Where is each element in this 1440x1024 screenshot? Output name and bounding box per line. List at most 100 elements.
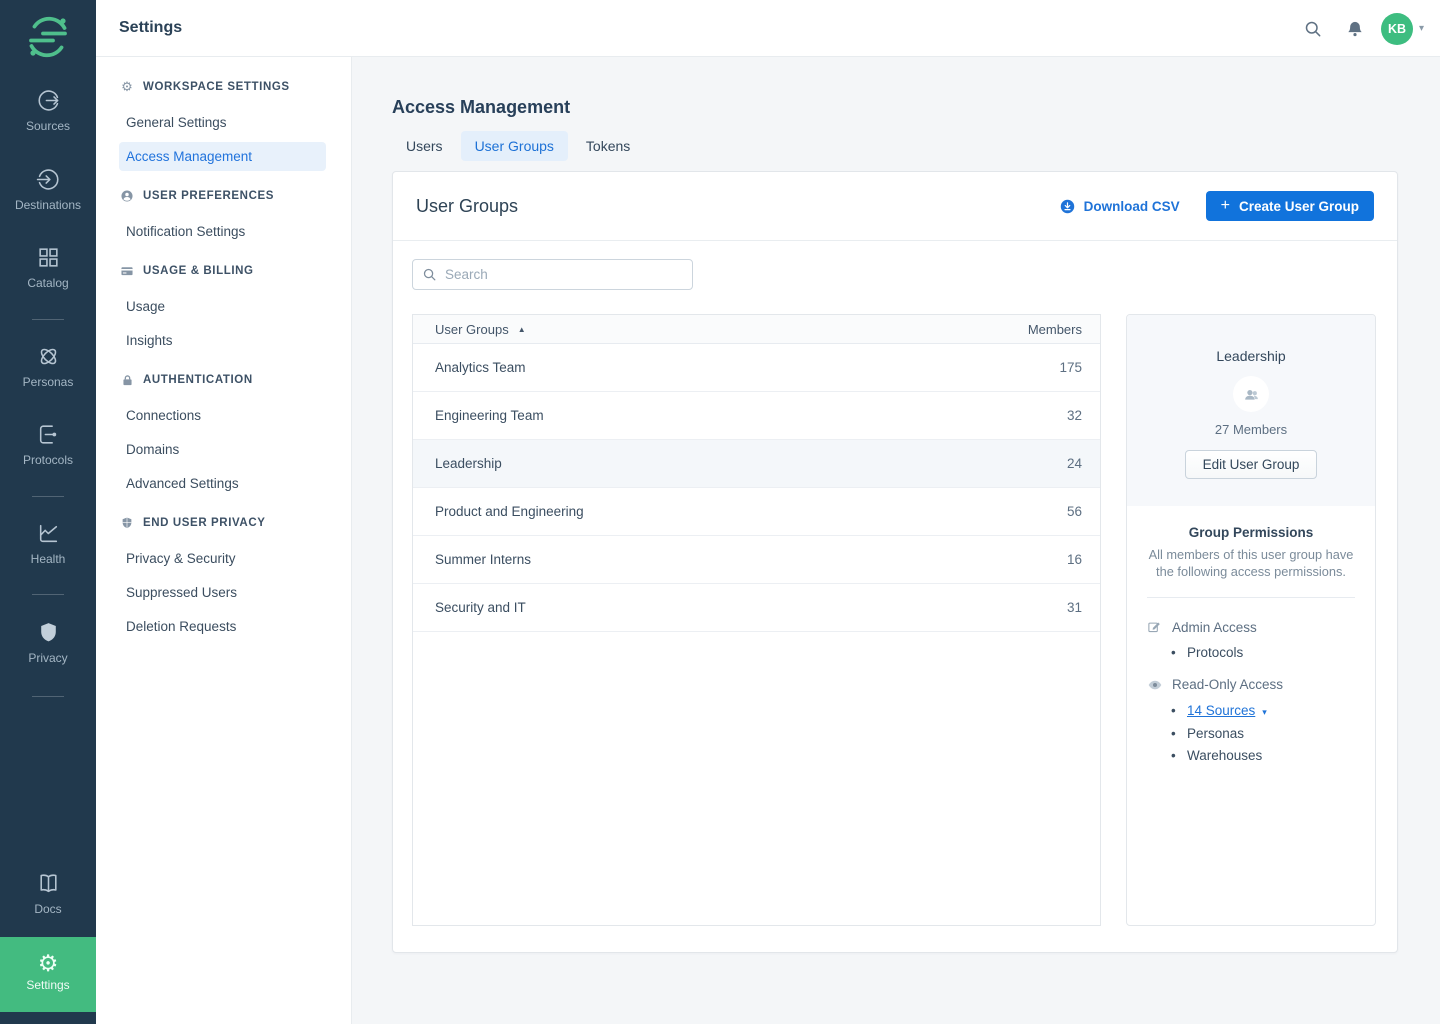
- tab-users[interactable]: Users: [392, 131, 457, 161]
- tab-user-groups[interactable]: User Groups: [461, 131, 568, 161]
- sidebar-item-advanced-settings[interactable]: Advanced Settings: [96, 467, 351, 501]
- personas-icon: [0, 344, 96, 370]
- group-members: 31: [990, 600, 1100, 615]
- sidebar-item-general-settings[interactable]: General Settings: [96, 106, 351, 140]
- sidebar-item-domains[interactable]: Domains: [96, 433, 351, 467]
- rail-item-personas[interactable]: Personas: [0, 344, 96, 389]
- rail-label: Catalog: [0, 276, 96, 290]
- group-members-icon: [1242, 385, 1261, 404]
- table-row[interactable]: Product and Engineering 56: [413, 488, 1100, 536]
- list-item: Warehouses: [1147, 745, 1355, 767]
- column-members[interactable]: Members: [990, 322, 1100, 337]
- sidebar-item-usage[interactable]: Usage: [96, 290, 351, 324]
- admin-access-list: Protocols: [1147, 642, 1355, 664]
- column-user-groups[interactable]: User Groups ▲: [413, 322, 990, 337]
- rail-label: Docs: [0, 902, 96, 916]
- group-name: Leadership: [413, 456, 990, 471]
- card-header: User Groups Download CSV + Create User G…: [393, 172, 1397, 241]
- group-members: 32: [990, 408, 1100, 423]
- rail-item-settings-active[interactable]: ⚙ Settings: [0, 937, 96, 1012]
- billing-card-icon: [120, 264, 134, 278]
- avatar[interactable]: KB: [1381, 13, 1413, 45]
- group-members: 24: [990, 456, 1100, 471]
- main-content: Access Management Users User Groups Toke…: [352, 57, 1440, 1024]
- download-csv-button[interactable]: Download CSV: [1059, 198, 1180, 215]
- group-name: Summer Interns: [413, 552, 990, 567]
- segment-logo-icon[interactable]: [24, 13, 72, 61]
- sidebar-item-notification-settings[interactable]: Notification Settings: [96, 215, 351, 249]
- list-item: Personas: [1147, 723, 1355, 745]
- table-row[interactable]: Summer Interns 16: [413, 536, 1100, 584]
- rail-label: Settings: [0, 978, 96, 992]
- eye-icon: [1147, 677, 1163, 693]
- edit-square-icon: [1147, 619, 1163, 635]
- table-row[interactable]: Engineering Team 32: [413, 392, 1100, 440]
- table-row[interactable]: Security and IT 31: [413, 584, 1100, 632]
- sidebar-item-connections[interactable]: Connections: [96, 399, 351, 433]
- user-groups-table: User Groups ▲ Members Analytics Team 175…: [412, 314, 1101, 926]
- download-icon: [1059, 198, 1076, 215]
- rail-item-privacy[interactable]: Privacy: [0, 620, 96, 665]
- privacy-shield-icon: [0, 620, 96, 646]
- readonly-access-list: 14 Sources ▾ Personas Warehouses: [1147, 700, 1355, 767]
- rail-item-catalog[interactable]: Catalog: [0, 245, 96, 290]
- topbar: Settings KB ▾: [96, 0, 1440, 57]
- table-row[interactable]: Analytics Team 175: [413, 344, 1100, 392]
- docs-icon: [0, 871, 96, 897]
- sidebar-section-workspace: ⚙ WORKSPACE SETTINGS: [96, 80, 351, 94]
- sidebar-item-privacy-security[interactable]: Privacy & Security: [96, 542, 351, 576]
- group-avatar: [1233, 376, 1269, 412]
- tab-bar: Users User Groups Tokens: [392, 131, 648, 161]
- search-icon[interactable]: [1303, 19, 1323, 39]
- sidebar-item-access-management[interactable]: Access Management: [119, 142, 326, 171]
- permissions-description: All members of this user group have the …: [1147, 547, 1355, 580]
- health-icon: [0, 521, 96, 547]
- rail-item-docs[interactable]: Docs: [0, 871, 96, 916]
- rail-label: Health: [0, 552, 96, 566]
- rail-item-protocols[interactable]: Protocols: [0, 422, 96, 467]
- page-title: Settings: [119, 19, 182, 37]
- chevron-down-icon[interactable]: ▾: [1262, 702, 1267, 724]
- tab-tokens[interactable]: Tokens: [572, 131, 644, 161]
- divider: [1147, 597, 1355, 598]
- notifications-bell-icon[interactable]: [1345, 19, 1365, 39]
- access-management-heading: Access Management: [392, 97, 570, 118]
- edit-user-group-button[interactable]: Edit User Group: [1185, 450, 1318, 479]
- group-name: Engineering Team: [413, 408, 990, 423]
- avatar-caret-icon[interactable]: ▾: [1419, 23, 1424, 34]
- sort-asc-icon: ▲: [518, 325, 526, 334]
- rail-label: Privacy: [0, 651, 96, 665]
- group-name: Security and IT: [413, 600, 990, 615]
- lock-icon: [120, 373, 134, 387]
- create-user-group-label: Create User Group: [1239, 199, 1359, 214]
- sidebar-section-user-preferences: USER PREFERENCES: [96, 189, 351, 203]
- sidebar-item-insights[interactable]: Insights: [96, 324, 351, 358]
- group-detail-summary: Leadership 27 Members Edit User Group: [1127, 315, 1375, 506]
- sources-icon: [0, 88, 96, 114]
- group-name: Analytics Team: [413, 360, 990, 375]
- rail-item-sources[interactable]: Sources: [0, 88, 96, 133]
- readonly-access-row: Read-Only Access: [1147, 677, 1355, 693]
- list-item: Protocols: [1147, 642, 1355, 664]
- rail-item-destinations[interactable]: Destinations: [0, 167, 96, 212]
- group-permissions: Group Permissions All members of this us…: [1127, 506, 1375, 766]
- shield-icon: [120, 516, 134, 530]
- group-members: 56: [990, 504, 1100, 519]
- card-title: User Groups: [416, 196, 1059, 217]
- sidebar-item-deletion-requests[interactable]: Deletion Requests: [96, 610, 351, 644]
- admin-access-label: Admin Access: [1172, 620, 1257, 635]
- download-csv-label: Download CSV: [1084, 199, 1180, 214]
- search-input[interactable]: [445, 267, 683, 282]
- user-circle-icon: [120, 189, 134, 203]
- catalog-icon: [0, 245, 96, 271]
- rail-item-health[interactable]: Health: [0, 521, 96, 566]
- table-row-selected[interactable]: Leadership 24: [413, 440, 1100, 488]
- gear-icon: ⚙: [120, 80, 134, 94]
- protocols-icon: [0, 422, 96, 448]
- create-user-group-button[interactable]: + Create User Group: [1206, 191, 1374, 221]
- sources-link[interactable]: 14 Sources: [1187, 703, 1255, 718]
- search-box: [412, 259, 693, 290]
- section-title: END USER PRIVACY: [143, 517, 266, 529]
- section-title: USER PREFERENCES: [143, 190, 274, 202]
- sidebar-item-suppressed-users[interactable]: Suppressed Users: [96, 576, 351, 610]
